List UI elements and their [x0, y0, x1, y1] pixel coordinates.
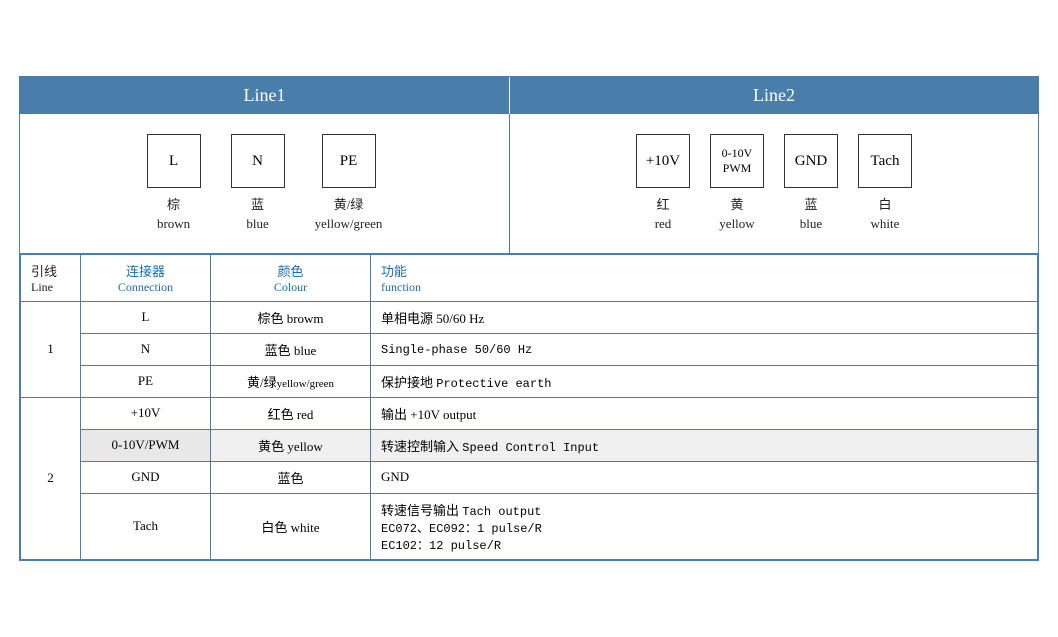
conn-GND: GND — [81, 461, 211, 493]
colour-10V: 红色 red — [211, 397, 371, 429]
connector-PWM-label: 黄yellow — [719, 196, 754, 232]
th-colour-cn: 颜色 — [221, 261, 360, 280]
th-line: 引线 Line — [21, 254, 81, 301]
diagram-row: L 棕brown N 蓝blue PE 黄/绿yellow/green +10V… — [20, 114, 1038, 253]
connector-L-label: 棕brown — [157, 196, 190, 232]
connector-GND-box: GND — [784, 134, 838, 188]
connector-PE-label: 黄/绿yellow/green — [315, 196, 383, 232]
conn-10V: +10V — [81, 397, 211, 429]
header-line1: Line1 — [20, 77, 510, 114]
connector-PE-box: PE — [322, 134, 376, 188]
func-tach-line1: 转速信号输出 Tach output — [381, 503, 541, 518]
th-function-cn: 功能 — [381, 261, 1027, 280]
connector-L-box: L — [147, 134, 201, 188]
colour-GND: 蓝色 — [211, 461, 371, 493]
conn-Tach: Tach — [81, 493, 211, 559]
table-header-row: 引线 Line 连接器 Connection 颜色 Colour 功能 func… — [21, 254, 1038, 301]
connector-N-label: 蓝blue — [246, 196, 268, 232]
conn-PE: PE — [81, 365, 211, 397]
connector-N-box: N — [231, 134, 285, 188]
conn-N: N — [81, 333, 211, 365]
connector-Tach-box: Tach — [858, 134, 912, 188]
func-L: 单相电源 50/60 Hz — [371, 301, 1038, 333]
th-line-cn: 引线 — [31, 261, 70, 280]
main-container: Line1 Line2 L 棕brown N 蓝blue PE 黄/绿yello… — [19, 76, 1039, 560]
colour-PWM: 黄色 yellow — [211, 429, 371, 461]
th-function: 功能 function — [371, 254, 1038, 301]
func-PE: 保护接地 Protective earth — [371, 365, 1038, 397]
connector-Tach-label: 白white — [871, 196, 900, 232]
th-function-en: function — [381, 280, 1027, 295]
header-row: Line1 Line2 — [20, 77, 1038, 114]
table-row: N 蓝色 blue Single-phase 50/60 Hz — [21, 333, 1038, 365]
colour-N: 蓝色 blue — [211, 333, 371, 365]
th-connection: 连接器 Connection — [81, 254, 211, 301]
connector-Tach: Tach 白white — [858, 134, 912, 232]
func-tach-line3: EC102：12 pulse/R — [381, 539, 501, 553]
connector-10V: +10V 红red — [636, 134, 690, 232]
th-connection-en: Connection — [91, 280, 200, 295]
connector-GND: GND 蓝blue — [784, 134, 838, 232]
th-line-en: Line — [31, 280, 70, 295]
th-connection-cn: 连接器 — [91, 261, 200, 280]
table-row: PE 黄/绿yellow/green 保护接地 Protective earth — [21, 365, 1038, 397]
connector-PWM: 0-10VPWM 黄yellow — [710, 134, 764, 232]
line-num-1: 1 — [21, 301, 81, 397]
diagram-line1: L 棕brown N 蓝blue PE 黄/绿yellow/green — [20, 114, 510, 252]
connector-GND-label: 蓝blue — [800, 196, 822, 232]
table-row: Tach 白色 white 转速信号输出 Tach output EC072、E… — [21, 493, 1038, 559]
conn-PWM: 0-10V/PWM — [81, 429, 211, 461]
table-row: 0-10V/PWM 黄色 yellow 转速控制输入 Speed Control… — [21, 429, 1038, 461]
func-10V: 输出 +10V output — [371, 397, 1038, 429]
connector-PWM-box: 0-10VPWM — [710, 134, 764, 188]
func-PWM: 转速控制输入 Speed Control Input — [371, 429, 1038, 461]
diagram-line2: +10V 红red 0-10VPWM 黄yellow GND 蓝blue Tac… — [510, 114, 1038, 252]
wire-table: 引线 Line 连接器 Connection 颜色 Colour 功能 func… — [20, 254, 1038, 560]
th-colour: 颜色 Colour — [211, 254, 371, 301]
header-line2: Line2 — [510, 77, 1038, 114]
th-colour-en: Colour — [221, 280, 360, 295]
func-GND: GND — [371, 461, 1038, 493]
func-N-en: Single-phase 50/60 Hz — [381, 343, 532, 357]
connector-L: L 棕brown — [147, 134, 201, 232]
connector-10V-label: 红red — [655, 196, 672, 232]
table-row: GND 蓝色 GND — [21, 461, 1038, 493]
line-num-2: 2 — [21, 397, 81, 559]
colour-Tach: 白色 white — [211, 493, 371, 559]
colour-L: 棕色 browm — [211, 301, 371, 333]
connector-PE: PE 黄/绿yellow/green — [315, 134, 383, 232]
table-row: 1 L 棕色 browm 单相电源 50/60 Hz — [21, 301, 1038, 333]
conn-L: L — [81, 301, 211, 333]
func-tach-line2: EC072、EC092：1 pulse/R — [381, 522, 542, 536]
table-row: 2 +10V 红色 red 输出 +10V output — [21, 397, 1038, 429]
colour-PE: 黄/绿yellow/green — [211, 365, 371, 397]
connector-10V-box: +10V — [636, 134, 690, 188]
connector-N: N 蓝blue — [231, 134, 285, 232]
func-Tach: 转速信号输出 Tach output EC072、EC092：1 pulse/R… — [371, 493, 1038, 559]
func-N: Single-phase 50/60 Hz — [371, 333, 1038, 365]
table-body: 1 L 棕色 browm 单相电源 50/60 Hz N 蓝色 blue Sin… — [21, 301, 1038, 559]
